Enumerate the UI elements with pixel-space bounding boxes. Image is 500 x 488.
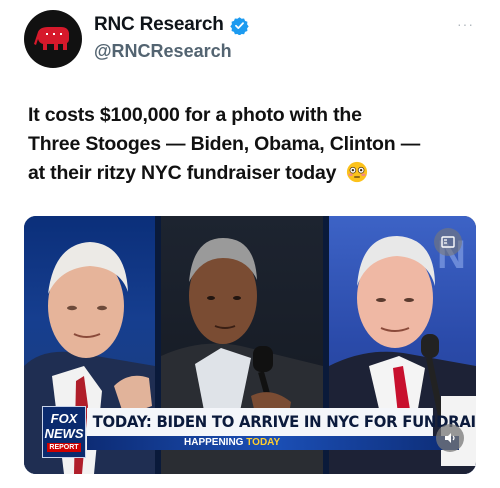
tweet-text: It costs $100,000 for a photo with the T… bbox=[28, 101, 478, 188]
news-chyron: FOX NEWS REPORT TODAY: BIDEN TO ARRIVE I… bbox=[24, 406, 476, 460]
fox-news-logo: FOX NEWS REPORT bbox=[42, 406, 86, 458]
tweet-line: It costs $100,000 for a photo with the bbox=[28, 104, 362, 126]
more-options-icon[interactable]: ··· bbox=[457, 16, 474, 32]
rnc-elephant-logo-icon bbox=[34, 27, 69, 50]
author-name[interactable]: RNC Research bbox=[94, 14, 249, 36]
verified-badge-icon bbox=[229, 16, 249, 35]
chyron-headline: TODAY: BIDEN TO ARRIVE IN NYC FOR FUNDRA… bbox=[87, 408, 476, 436]
author-handle[interactable]: @RNCResearch bbox=[94, 41, 232, 62]
tweet-line: Three Stooges — Biden, Obama, Clinton — bbox=[28, 133, 420, 155]
chyron-subline: HAPPENING TODAY bbox=[184, 437, 281, 448]
tweet-media-image[interactable]: N FOX NEWS REPORT TODAY: BIDEN TO ARRIVE… bbox=[24, 216, 476, 474]
avatar[interactable] bbox=[24, 10, 82, 68]
tweet-line: at their ritzy NYC fundraiser today bbox=[28, 159, 478, 188]
picture-in-picture-icon[interactable] bbox=[434, 228, 462, 256]
flushed-face-emoji-icon bbox=[346, 161, 367, 183]
sound-toggle-icon[interactable] bbox=[436, 424, 464, 452]
